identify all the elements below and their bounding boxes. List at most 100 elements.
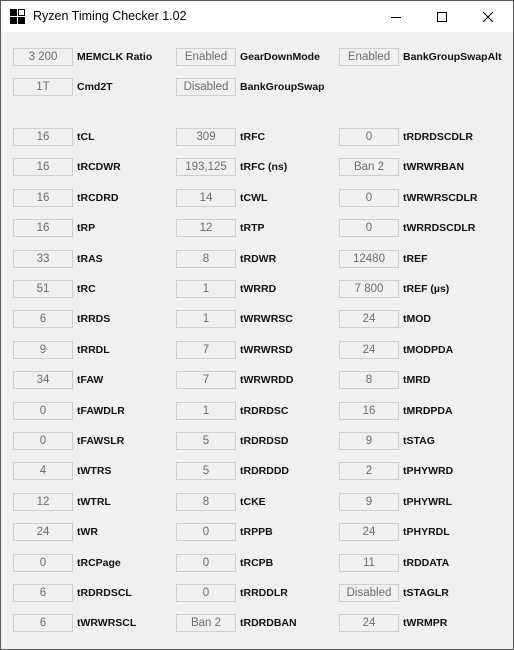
label-tfawslr: tFAWSLR [77, 435, 125, 447]
title-bar[interactable]: Ryzen Timing Checker 1.02 [1, 1, 513, 32]
value-field-trdrddd[interactable]: 5 [176, 462, 236, 481]
label-bankgroupswap: BankGroupSwap [240, 81, 325, 93]
label-twrwrban: tWRWRBAN [403, 161, 465, 174]
value-field-tphywrl[interactable]: 9 [339, 492, 399, 511]
label-trfc: tRFC [240, 131, 266, 143]
label-trdrddd: tRDRDDD [240, 465, 289, 478]
value-field-tstag[interactable]: 9 [339, 432, 399, 450]
value-field-tras[interactable]: 33 [13, 249, 73, 268]
value-field-trdrdscl[interactable]: 6 [13, 584, 73, 602]
label-geardownmode: GearDownMode [240, 51, 320, 63]
close-icon [483, 11, 493, 22]
value-field-trcpage[interactable]: 0 [13, 553, 73, 572]
label-tcwl: tCWL [240, 191, 268, 204]
value-field-twrrdscdlr[interactable]: 0 [339, 219, 399, 238]
label-tstaglr: tSTAGLR [403, 587, 449, 599]
label-trdrdsd: tRDRDSD [240, 435, 289, 447]
label-trrdl: tRRDL [77, 343, 110, 356]
value-field-trc[interactable]: 51 [13, 280, 73, 298]
value-field-tmrd[interactable]: 8 [339, 371, 399, 390]
label-twrrd: tWRRD [240, 283, 277, 295]
value-field-tmod[interactable]: 24 [339, 310, 399, 329]
label-trrds: tRRDS [77, 313, 111, 326]
value-field-tstaglr[interactable]: Disabled [339, 584, 399, 602]
app-icon [10, 9, 25, 24]
label-trdrdscl: tRDRDSCL [77, 587, 132, 599]
value-field-trcdrd[interactable]: 16 [13, 188, 73, 207]
label-cmd2t: Cmd2T [77, 81, 113, 93]
label-tfaw: tFAW [77, 374, 104, 387]
value-field-geardownmode[interactable]: Enabled [176, 48, 236, 66]
value-field-memclk-ratio[interactable]: 3 200 [13, 48, 73, 66]
value-field-trfc-ns[interactable]: 193,125 [176, 158, 236, 177]
value-field-trcpb[interactable]: 0 [176, 553, 236, 572]
label-trtp: tRTP [240, 222, 265, 235]
value-field-tref-s[interactable]: 7 800 [339, 280, 399, 298]
value-field-twrwrscdlr[interactable]: 0 [339, 188, 399, 207]
value-field-twr[interactable]: 24 [13, 523, 73, 542]
label-twrwrsd: tWRWRSD [240, 343, 293, 356]
value-field-trrddlr[interactable]: 0 [176, 584, 236, 602]
label-twtrl: tWTRL [77, 495, 111, 508]
maximize-button[interactable] [419, 1, 465, 32]
label-trdrdsc: tRDRDSC [240, 404, 289, 417]
value-field-bankgroupswap[interactable]: Disabled [176, 78, 236, 96]
value-field-twrmpr[interactable]: 24 [339, 614, 399, 633]
value-field-bankgroupswapalt[interactable]: Enabled [339, 48, 399, 66]
label-tcke: tCKE [240, 495, 266, 508]
label-trc: tRC [77, 283, 96, 295]
value-field-trddata[interactable]: 11 [339, 553, 399, 572]
value-field-tfawdlr[interactable]: 0 [13, 401, 73, 420]
value-field-tcke[interactable]: 8 [176, 492, 236, 511]
value-field-twrwrsc[interactable]: 1 [176, 310, 236, 329]
value-field-tmrdpda[interactable]: 16 [339, 401, 399, 420]
value-field-trdrdsc[interactable]: 1 [176, 401, 236, 420]
label-twrrdscdlr: tWRRDSCDLR [403, 222, 476, 235]
label-tphyrdl: tPHYRDL [403, 526, 450, 539]
value-field-twrwrsd[interactable]: 7 [176, 340, 236, 359]
value-field-trrds[interactable]: 6 [13, 310, 73, 329]
label-twrwrdd: tWRWRDD [240, 374, 294, 387]
value-field-trdrdsd[interactable]: 5 [176, 432, 236, 450]
value-field-twrwrscl[interactable]: 6 [13, 614, 73, 633]
value-field-tphyrdl[interactable]: 24 [339, 523, 399, 542]
value-field-twrwrban[interactable]: Ban 2 [339, 158, 399, 177]
value-field-tfaw[interactable]: 34 [13, 371, 73, 390]
label-twrwrscl: tWRWRSCL [77, 617, 137, 630]
value-field-trdrdscdlr[interactable]: 0 [339, 128, 399, 146]
label-twrwrscdlr: tWRWRSCDLR [403, 191, 478, 204]
value-field-cmd2t[interactable]: 1T [13, 78, 73, 96]
value-field-trfc[interactable]: 309 [176, 128, 236, 146]
label-trcpage: tRCPage [77, 556, 121, 569]
value-field-trtp[interactable]: 12 [176, 219, 236, 238]
label-tcl: tCL [77, 131, 95, 143]
value-field-twrwrdd[interactable]: 7 [176, 371, 236, 390]
value-field-trcdwr[interactable]: 16 [13, 158, 73, 177]
minimize-button[interactable] [373, 1, 419, 32]
label-trdwr: tRDWR [240, 252, 277, 265]
value-field-trdrdban[interactable]: Ban 2 [176, 614, 236, 633]
label-tref: tREF [403, 252, 428, 265]
label-tmrd: tMRD [403, 374, 431, 387]
label-trcpb: tRCPB [240, 556, 274, 569]
value-field-twtrs[interactable]: 4 [13, 462, 73, 481]
label-trcdrd: tRCDRD [77, 191, 119, 204]
label-tphywrl: tPHYWRL [403, 495, 452, 508]
value-field-trp[interactable]: 16 [13, 219, 73, 238]
value-field-tref[interactable]: 12480 [339, 249, 399, 268]
value-field-tcl[interactable]: 16 [13, 128, 73, 146]
value-field-tmodpda[interactable]: 24 [339, 340, 399, 359]
label-bankgroupswapalt: BankGroupSwapAlt [403, 51, 502, 63]
close-button[interactable] [465, 1, 511, 32]
value-field-trdwr[interactable]: 8 [176, 249, 236, 268]
label-tmod: tMOD [403, 313, 431, 326]
value-field-twtrl[interactable]: 12 [13, 492, 73, 511]
maximize-icon [437, 11, 447, 22]
label-trddata: tRDDATA [403, 556, 450, 569]
value-field-tcwl[interactable]: 14 [176, 188, 236, 207]
value-field-twrrd[interactable]: 1 [176, 280, 236, 298]
value-field-tfawslr[interactable]: 0 [13, 432, 73, 450]
value-field-trrdl[interactable]: 9 [13, 340, 73, 359]
value-field-tphywrd[interactable]: 2 [339, 462, 399, 481]
value-field-trppb[interactable]: 0 [176, 523, 236, 542]
